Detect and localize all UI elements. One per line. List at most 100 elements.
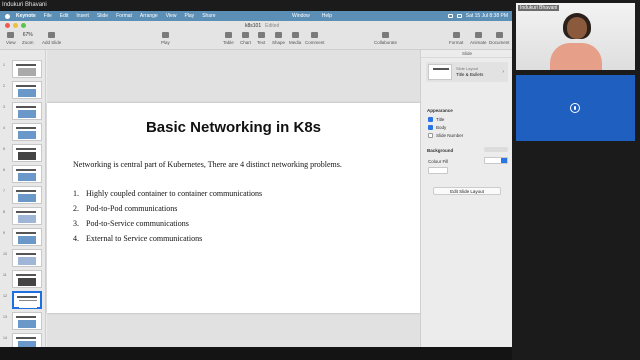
edit-slide-layout-button[interactable]: Edit Slide Layout	[433, 187, 501, 195]
menubar-clock[interactable]: Sat 15 Jul 8:38 PM	[466, 13, 508, 19]
participant-body	[550, 43, 602, 70]
fill-type-select[interactable]	[484, 157, 508, 164]
layout-thumbnail	[428, 64, 452, 80]
format-button[interactable]: Format	[449, 32, 463, 45]
menu-edit[interactable]: Edit	[60, 13, 69, 19]
list-number: 1.	[73, 189, 79, 198]
apple-menu-icon[interactable]	[5, 13, 10, 19]
slide-thumbnail[interactable]	[12, 207, 42, 225]
menu-arrange[interactable]: Arrange	[140, 13, 158, 19]
slide-thumbnail[interactable]	[12, 102, 42, 120]
format-label: Format	[449, 40, 464, 45]
add-slide-label: Add Slide	[42, 40, 62, 45]
participant-video[interactable]: Indukuri Bhavani	[516, 3, 635, 70]
document-icon	[495, 32, 503, 38]
slide-thumbnail[interactable]	[12, 186, 42, 204]
collaborate-label: Collaborate	[374, 40, 398, 45]
menu-insert[interactable]: Insert	[76, 13, 89, 19]
chart-icon	[242, 32, 249, 38]
background-heading: Background	[427, 148, 454, 153]
window-titlebar: k8s101 Edited	[0, 21, 512, 30]
slide-thumbnail[interactable]	[12, 333, 42, 347]
slide-layout-picker[interactable]: Slide Layout Title & Bullets ›	[426, 62, 508, 82]
current-slide[interactable]: Basic Networking in K8s Networking is ce…	[47, 103, 420, 313]
chart-button[interactable]: Chart	[240, 32, 251, 45]
list-text: Pod-to-Service communications	[86, 219, 189, 228]
status-area: Sat 15 Jul 8:38 PM	[447, 13, 508, 19]
slide-navigator: 1 2 3 4 5 6 7 8 9 10 11 12 13 14	[0, 50, 46, 347]
slide-intro[interactable]: Networking is central part of Kubernetes…	[73, 160, 342, 169]
menu-view[interactable]: View	[166, 13, 177, 19]
slide-bullet-list[interactable]: 1. Highly coupled container to container …	[73, 189, 262, 249]
animate-button[interactable]: Animate	[470, 32, 487, 45]
participant-face	[567, 17, 587, 39]
zoom-button[interactable]: 67% Zoom	[22, 32, 34, 45]
table-button[interactable]: Table	[223, 32, 234, 45]
body-checkbox-label: Body	[436, 125, 447, 130]
slide-number: 12	[3, 294, 7, 298]
participant-tile[interactable]	[516, 75, 635, 141]
format-icon	[452, 32, 460, 38]
slide-thumbnail[interactable]	[12, 270, 42, 288]
menu-share[interactable]: Share	[202, 13, 215, 19]
slide-thumbnail[interactable]	[12, 312, 42, 330]
window-controls	[5, 23, 26, 28]
menu-app-keynote[interactable]: Keynote	[16, 13, 36, 19]
view-button[interactable]: View	[6, 32, 16, 45]
play-label: Play	[161, 40, 170, 45]
animate-label: Animate	[470, 40, 487, 45]
text-button[interactable]: Text	[257, 32, 265, 45]
text-icon	[257, 32, 265, 38]
list-item: 1. Highly coupled container to container …	[73, 189, 262, 204]
slide-number-checkbox[interactable]: Slide Number	[428, 133, 463, 138]
slide-thumbnail-selected[interactable]	[12, 291, 42, 309]
menu-format[interactable]: Format	[116, 13, 132, 19]
add-slide-icon	[48, 32, 56, 38]
slide-title[interactable]: Basic Networking in K8s	[47, 119, 420, 136]
slide-number: 5	[3, 147, 5, 151]
slide-number: 10	[3, 252, 7, 256]
list-text: Pod-to-Pod communications	[86, 204, 178, 213]
slide-thumbnail[interactable]	[12, 123, 42, 141]
menu-help[interactable]: Help	[322, 13, 332, 19]
title-checkbox[interactable]: Title	[428, 117, 444, 122]
pin-icon[interactable]	[570, 103, 580, 113]
menu-play[interactable]: Play	[184, 13, 194, 19]
presenter-label: Indukuri Bhavani	[2, 2, 47, 8]
minimize-window-icon[interactable]	[13, 23, 18, 28]
zoom-window-icon[interactable]	[21, 23, 26, 28]
battery-icon[interactable]	[456, 14, 462, 18]
close-window-icon[interactable]	[5, 23, 10, 28]
slide-thumbnail[interactable]	[12, 165, 42, 183]
menu-window[interactable]: Window	[292, 13, 310, 19]
control-center-icon[interactable]	[447, 14, 453, 18]
document-button[interactable]: Document	[489, 32, 510, 45]
body-checkbox[interactable]: Body	[428, 125, 446, 130]
background-toggle[interactable]	[484, 147, 508, 152]
collaborate-button[interactable]: Collaborate	[374, 32, 397, 45]
table-icon	[224, 32, 232, 38]
slide-thumbnail[interactable]	[12, 81, 42, 99]
document-label: Document	[489, 40, 510, 45]
add-slide-button[interactable]: Add Slide	[42, 32, 61, 45]
slide-thumbnail[interactable]	[12, 60, 42, 78]
list-text: Highly coupled container to container co…	[86, 189, 263, 198]
menu-slide[interactable]: Slide	[97, 13, 108, 19]
shared-screen: Keynote File Edit Insert Slide Format Ar…	[0, 11, 512, 347]
media-button[interactable]: Media	[289, 32, 301, 45]
slide-thumbnail[interactable]	[12, 144, 42, 162]
inspector-tab-slide[interactable]: Slide	[421, 50, 512, 58]
colour-swatch[interactable]	[428, 167, 448, 174]
slide-thumbnail[interactable]	[12, 228, 42, 246]
title-checkbox-label: Title	[436, 117, 445, 122]
comment-button[interactable]: Comment	[305, 32, 325, 45]
slide-thumbnail[interactable]	[12, 249, 42, 267]
document-name: k8s101	[245, 22, 262, 29]
play-button[interactable]: Play	[161, 32, 170, 45]
shape-button[interactable]: Shape	[272, 32, 285, 45]
collaborate-icon	[382, 32, 389, 38]
comment-label: Comment	[305, 40, 325, 45]
shape-icon	[275, 32, 282, 38]
menu-file[interactable]: File	[44, 13, 52, 19]
list-number: 3.	[73, 219, 79, 228]
